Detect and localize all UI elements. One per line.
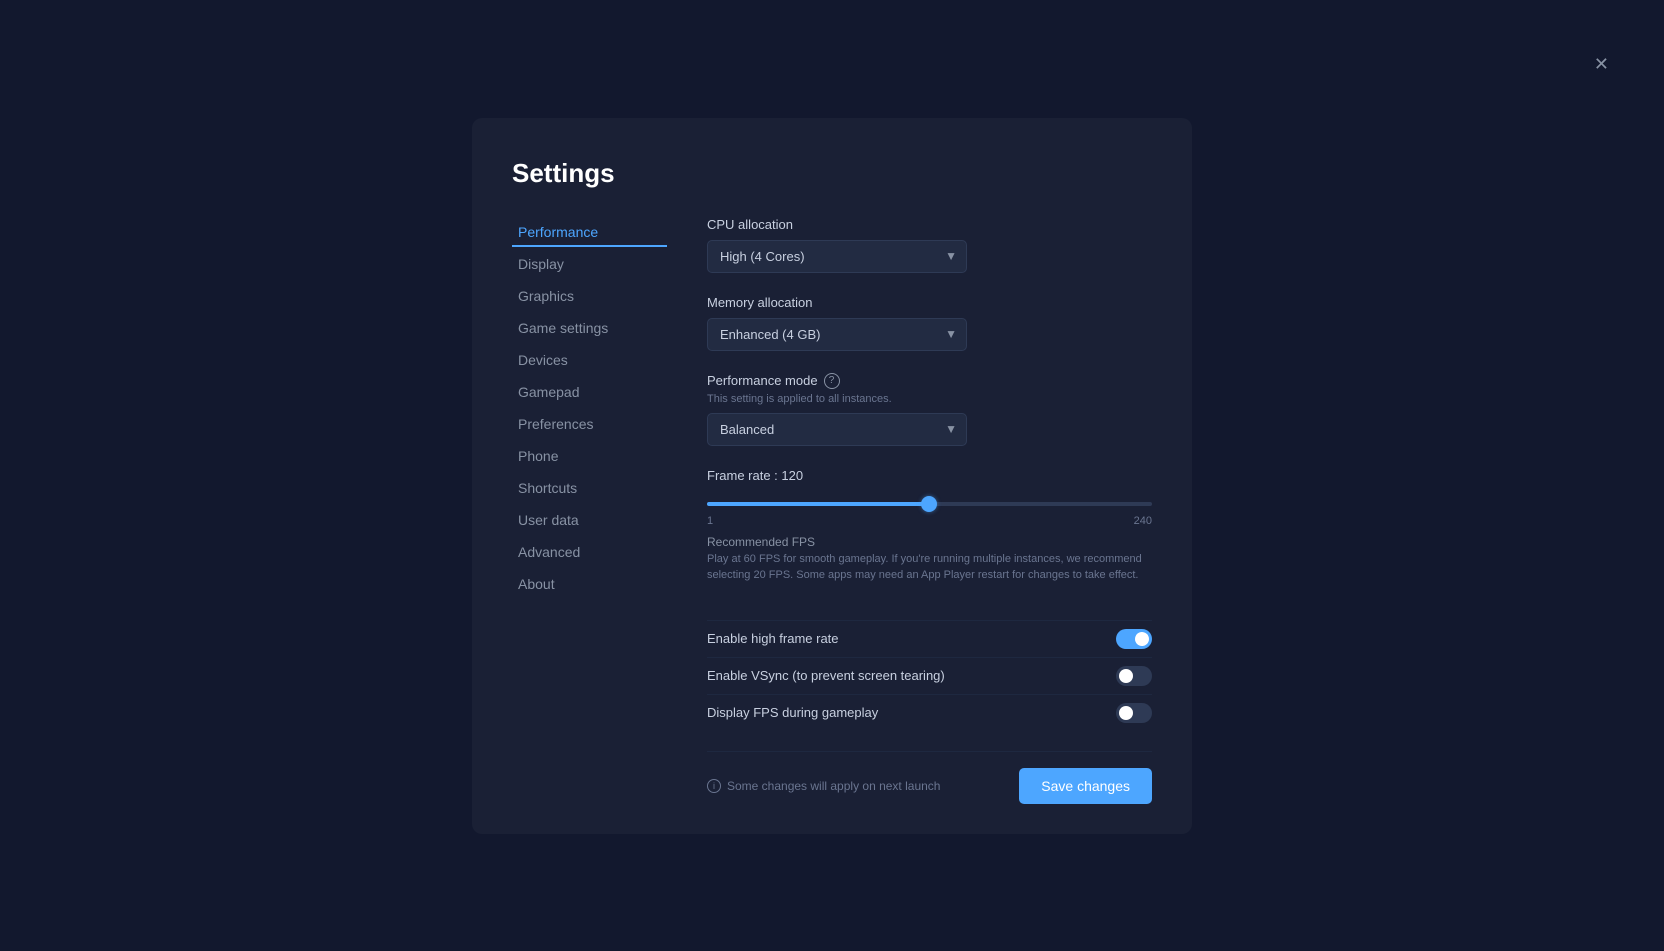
slider-max-label: 240 [1134, 515, 1152, 527]
toggle-row-high-frame-rate: Enable high frame rate [707, 620, 1152, 657]
sidebar-item-gamepad[interactable]: Gamepad [512, 377, 667, 407]
fps-description: Recommended FPS Play at 60 FPS for smoot… [707, 535, 1152, 584]
sidebar-item-game-settings[interactable]: Game settings [512, 313, 667, 343]
performance-mode-dropdown-wrapper: Power Saver Balanced High Performance ▼ [707, 413, 967, 446]
performance-mode-hint: This setting is applied to all instances… [707, 393, 1152, 405]
frame-rate-slider-container [707, 493, 1152, 511]
sidebar-item-display[interactable]: Display [512, 249, 667, 279]
sidebar-item-performance[interactable]: Performance [512, 217, 667, 247]
settings-title: Settings [512, 158, 1152, 189]
toggle-label-vsync: Enable VSync (to prevent screen tearing) [707, 668, 945, 683]
slider-min-label: 1 [707, 515, 713, 527]
footer-note: i Some changes will apply on next launch [707, 779, 940, 793]
sidebar-item-shortcuts[interactable]: Shortcuts [512, 473, 667, 503]
cpu-allocation-label: CPU allocation [707, 217, 1152, 232]
toggle-label-high-frame-rate: Enable high frame rate [707, 631, 839, 646]
toggles-container: Enable high frame rate Enable VSync (to … [707, 620, 1152, 731]
save-changes-button[interactable]: Save changes [1019, 768, 1152, 804]
cpu-allocation-dropdown-wrapper: Low (1 Core) Medium (2 Cores) High (4 Co… [707, 240, 967, 273]
main-content: CPU allocation Low (1 Core) Medium (2 Co… [707, 217, 1152, 804]
sidebar-item-phone[interactable]: Phone [512, 441, 667, 471]
cpu-allocation-section: CPU allocation Low (1 Core) Medium (2 Co… [707, 217, 1152, 273]
toggle-label-display-fps: Display FPS during gameplay [707, 705, 878, 720]
performance-mode-label: Performance mode [707, 373, 818, 388]
memory-allocation-label: Memory allocation [707, 295, 1152, 310]
slider-range-labels: 1 240 [707, 515, 1152, 527]
footer: i Some changes will apply on next launch… [707, 751, 1152, 804]
footer-note-text: Some changes will apply on next launch [727, 779, 940, 793]
fps-recommended-title: Recommended FPS [707, 535, 1152, 549]
frame-rate-label: Frame rate : 120 [707, 468, 1152, 483]
performance-mode-dropdown[interactable]: Power Saver Balanced High Performance [707, 413, 967, 446]
sidebar: Performance Display Graphics Game settin… [512, 217, 667, 804]
frame-rate-section: Frame rate : 120 1 240 Recommended FPS P… [707, 468, 1152, 598]
memory-allocation-section: Memory allocation Low (1 GB) Standard (2… [707, 295, 1152, 351]
sidebar-item-graphics[interactable]: Graphics [512, 281, 667, 311]
sidebar-item-devices[interactable]: Devices [512, 345, 667, 375]
performance-mode-header: Performance mode ? [707, 373, 1152, 389]
frame-rate-slider[interactable] [707, 502, 1152, 506]
toggle-row-vsync: Enable VSync (to prevent screen tearing) [707, 657, 1152, 694]
cpu-allocation-dropdown[interactable]: Low (1 Core) Medium (2 Cores) High (4 Co… [707, 240, 967, 273]
toggle-row-display-fps: Display FPS during gameplay [707, 694, 1152, 731]
sidebar-item-advanced[interactable]: Advanced [512, 537, 667, 567]
close-button[interactable]: ✕ [1594, 55, 1609, 73]
footer-info-icon: i [707, 779, 721, 793]
sidebar-item-about[interactable]: About [512, 569, 667, 599]
fps-recommended-text: Play at 60 FPS for smooth gameplay. If y… [707, 551, 1152, 584]
memory-allocation-dropdown-wrapper: Low (1 GB) Standard (2 GB) Enhanced (4 G… [707, 318, 967, 351]
toggle-display-fps[interactable] [1116, 703, 1152, 723]
memory-allocation-dropdown[interactable]: Low (1 GB) Standard (2 GB) Enhanced (4 G… [707, 318, 967, 351]
toggle-high-frame-rate[interactable] [1116, 629, 1152, 649]
sidebar-item-user-data[interactable]: User data [512, 505, 667, 535]
sidebar-item-preferences[interactable]: Preferences [512, 409, 667, 439]
performance-mode-help-icon[interactable]: ? [824, 373, 840, 389]
toggle-knob-display-fps [1119, 706, 1133, 720]
toggle-knob-high-frame-rate [1135, 632, 1149, 646]
toggle-knob-vsync [1119, 669, 1133, 683]
settings-panel: Settings Performance Display Graphics Ga… [472, 118, 1192, 834]
performance-mode-section: Performance mode ? This setting is appli… [707, 373, 1152, 446]
toggle-vsync[interactable] [1116, 666, 1152, 686]
settings-body: Performance Display Graphics Game settin… [512, 217, 1152, 804]
